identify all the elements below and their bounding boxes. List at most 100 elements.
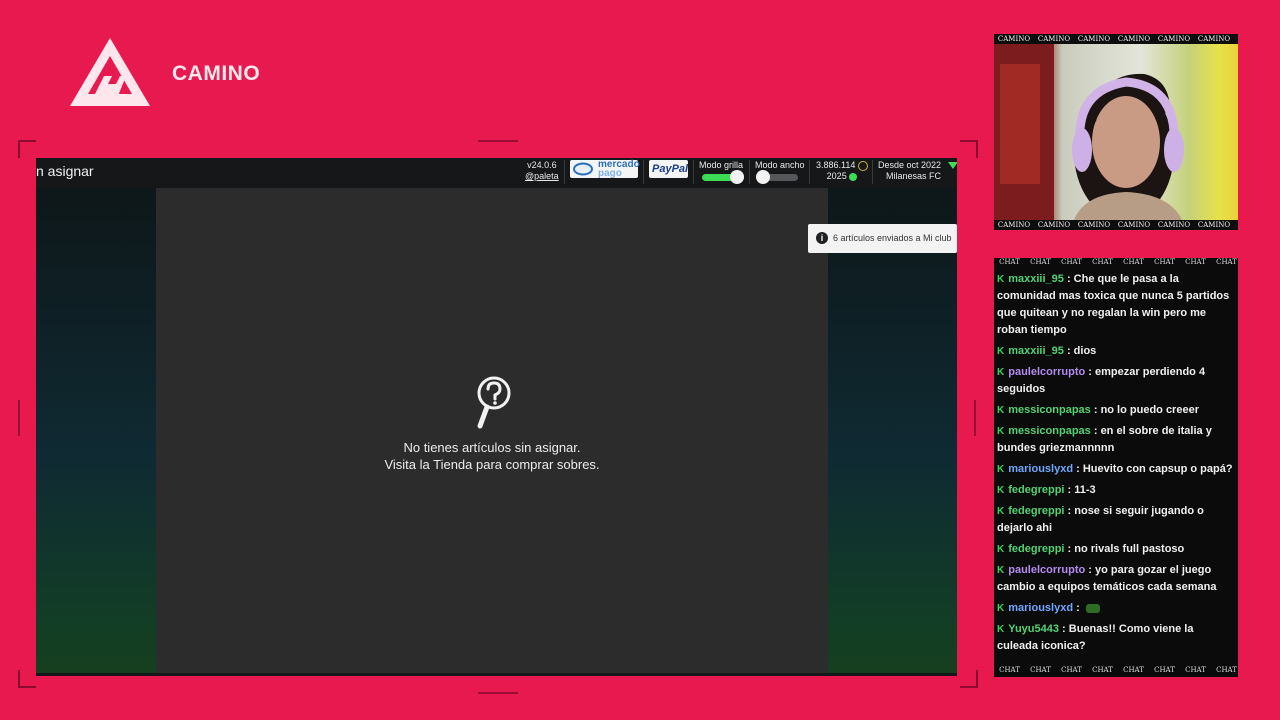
version-label: v24.0.6 (527, 160, 557, 170)
chat-username[interactable]: paulelcorrupto (1008, 366, 1085, 378)
webcam-video (994, 44, 1238, 220)
kick-badge-icon: K (997, 367, 1005, 378)
strip-label: CHAT (1154, 666, 1175, 674)
frame-tick (478, 692, 518, 694)
kick-badge-icon: K (997, 624, 1005, 635)
strip-label: CHAT (1061, 258, 1082, 266)
strip-label: CHAT (1185, 258, 1206, 266)
search-help-icon (477, 376, 511, 429)
notification-toast[interactable]: i 6 artículos enviados a Mi club (808, 224, 957, 253)
chat-separator: : (1085, 366, 1096, 378)
strip-label: CAMINO (1117, 221, 1151, 229)
empty-state-hint: Visita la Tienda para comprar sobres. (384, 457, 600, 472)
game-top-bar: n asignar v24.0.6 @paleta mercado pago P… (36, 158, 957, 188)
strip-label: CHAT (1061, 666, 1082, 674)
divider (809, 160, 810, 184)
chat-message: Kfedegreppi : nose si seguir jugando o d… (997, 503, 1235, 537)
paypal-button[interactable]: PayPal (649, 160, 688, 178)
chat-username[interactable]: Yuyu5443 (1008, 623, 1059, 635)
chat-message: Kpaulelcorrupto : yo para gozar el juego… (997, 562, 1235, 596)
game-window: n asignar v24.0.6 @paleta mercado pago P… (36, 158, 957, 676)
points-icon (849, 172, 858, 181)
strip-label: CAMINO (1157, 221, 1191, 229)
divider (564, 160, 565, 184)
chat-username[interactable]: mariouslyxd (1008, 602, 1073, 614)
frame-tick (974, 400, 976, 436)
chat-username[interactable]: fedegreppi (1008, 484, 1064, 496)
wide-mode-toggle[interactable] (756, 170, 798, 184)
chat-text: Huevito con capsup o papá? (1082, 463, 1233, 475)
handshake-icon (573, 162, 593, 176)
chat-username[interactable]: maxxiii_95 (1008, 273, 1064, 285)
chat-separator: : (1064, 484, 1075, 496)
chat-panel: CHAT CHAT CHAT CHAT CHAT CHAT CHAT CHAT Kfrorig… (994, 258, 1238, 677)
chat-message: Kmariouslyxd : Huevito con capsup o papá… (997, 461, 1235, 478)
version-info: v24.0.6 @paleta (525, 160, 559, 182)
chat-username[interactable]: fedegreppi (1008, 505, 1064, 517)
chat-strip-top: CHAT CHAT CHAT CHAT CHAT CHAT CHAT CHAT (994, 258, 1238, 267)
kick-badge-icon: K (997, 603, 1005, 614)
chat-message: Kmariouslyxd : (997, 600, 1235, 617)
chat-message: K Yuyu5443 : Buenas!! Como viene la culea… (997, 621, 1235, 655)
chat-username[interactable]: fedegreppi (1008, 543, 1064, 555)
chat-separator: : (1064, 543, 1075, 555)
chat-message: Kmessiconpapas : no lo puedo creeer (997, 402, 1235, 419)
strip-label: CHAT (1123, 666, 1144, 674)
chat-text: dios (1073, 345, 1097, 357)
chat-separator: : (1059, 623, 1069, 635)
paypal-label: PayPal (652, 163, 689, 175)
kick-badge-icon: K (997, 274, 1005, 285)
strip-label: CAMINO (997, 221, 1031, 229)
kick-badge-icon: K (997, 544, 1005, 555)
chat-messages: Kfroriggo : y se hace imposibleKmaxxiii_… (997, 258, 1235, 659)
unassigned-items-panel: No tienes artículos sin asignar. Visita … (156, 188, 828, 676)
strip-label: CAMINO (1197, 221, 1231, 229)
divider (872, 160, 873, 184)
webcam-strip-bottom: CAMINO CAMINO CAMINO CAMINO CAMINO CAMINO (994, 220, 1238, 230)
chat-username[interactable]: maxxiii_95 (1008, 345, 1064, 357)
chat-text: 11-3 (1074, 484, 1096, 496)
strip-label: CAMINO (1157, 35, 1191, 43)
chat-username[interactable]: paulelcorrupto (1008, 564, 1085, 576)
chat-separator: : (1090, 425, 1101, 437)
chat-separator: : (1073, 463, 1083, 475)
chat-text: no rivals full pastoso (1074, 543, 1185, 555)
frame-corner (960, 670, 978, 688)
brand-name: CAMINO (172, 62, 261, 85)
empty-state-message: No tienes artículos sin asignar. (403, 440, 581, 455)
chat-username[interactable]: messiconpapas (1008, 425, 1091, 437)
strip-label: CHAT (1123, 258, 1144, 266)
webcam-strip-top: CAMINO CAMINO CAMINO CAMINO CAMINO CAMINO (994, 34, 1238, 44)
club-since: Desde oct 2022 (878, 160, 942, 170)
pitch-background-left (36, 188, 156, 676)
kick-badge-icon: K (997, 405, 1005, 416)
kick-badge-icon: K (997, 506, 1005, 517)
strip-label: CAMINO (1197, 35, 1231, 43)
strip-label: CAMINO (1037, 35, 1071, 43)
chat-separator: : (1085, 564, 1096, 576)
brand: CAMINO (68, 36, 260, 108)
kick-badge-icon: K (997, 346, 1005, 357)
coins-info: 3.886.114 2025 (816, 160, 868, 182)
chat-message: Kmaxxiii_95 : Che que le pasa a la comun… (997, 271, 1235, 339)
coins-year: 2025 (826, 171, 847, 181)
handle-link[interactable]: @paleta (525, 171, 559, 182)
camino-logo (70, 38, 150, 106)
chat-username[interactable]: mariouslyxd (1008, 463, 1073, 475)
strip-label: CAMINO (1077, 35, 1111, 43)
frame-corner (18, 140, 36, 158)
strip-label: CHAT (1030, 258, 1051, 266)
club-name: Milanesas FC (886, 171, 942, 181)
strip-label: CHAT (1216, 258, 1237, 266)
divider (693, 160, 694, 184)
mercadopago-button[interactable]: mercado pago (570, 160, 640, 179)
kick-badge-icon: K (997, 485, 1005, 496)
frame-corner (960, 140, 978, 158)
chat-username[interactable]: messiconpapas (1008, 404, 1091, 416)
strip-label: CAMINO (1037, 221, 1071, 229)
chat-message: Kfedegreppi : no rivals full pastoso (997, 541, 1235, 558)
club-badge-icon (948, 162, 957, 169)
strip-label: CHAT (1092, 258, 1113, 266)
chat-separator: : (1063, 345, 1074, 357)
grid-mode-toggle[interactable] (702, 170, 744, 184)
